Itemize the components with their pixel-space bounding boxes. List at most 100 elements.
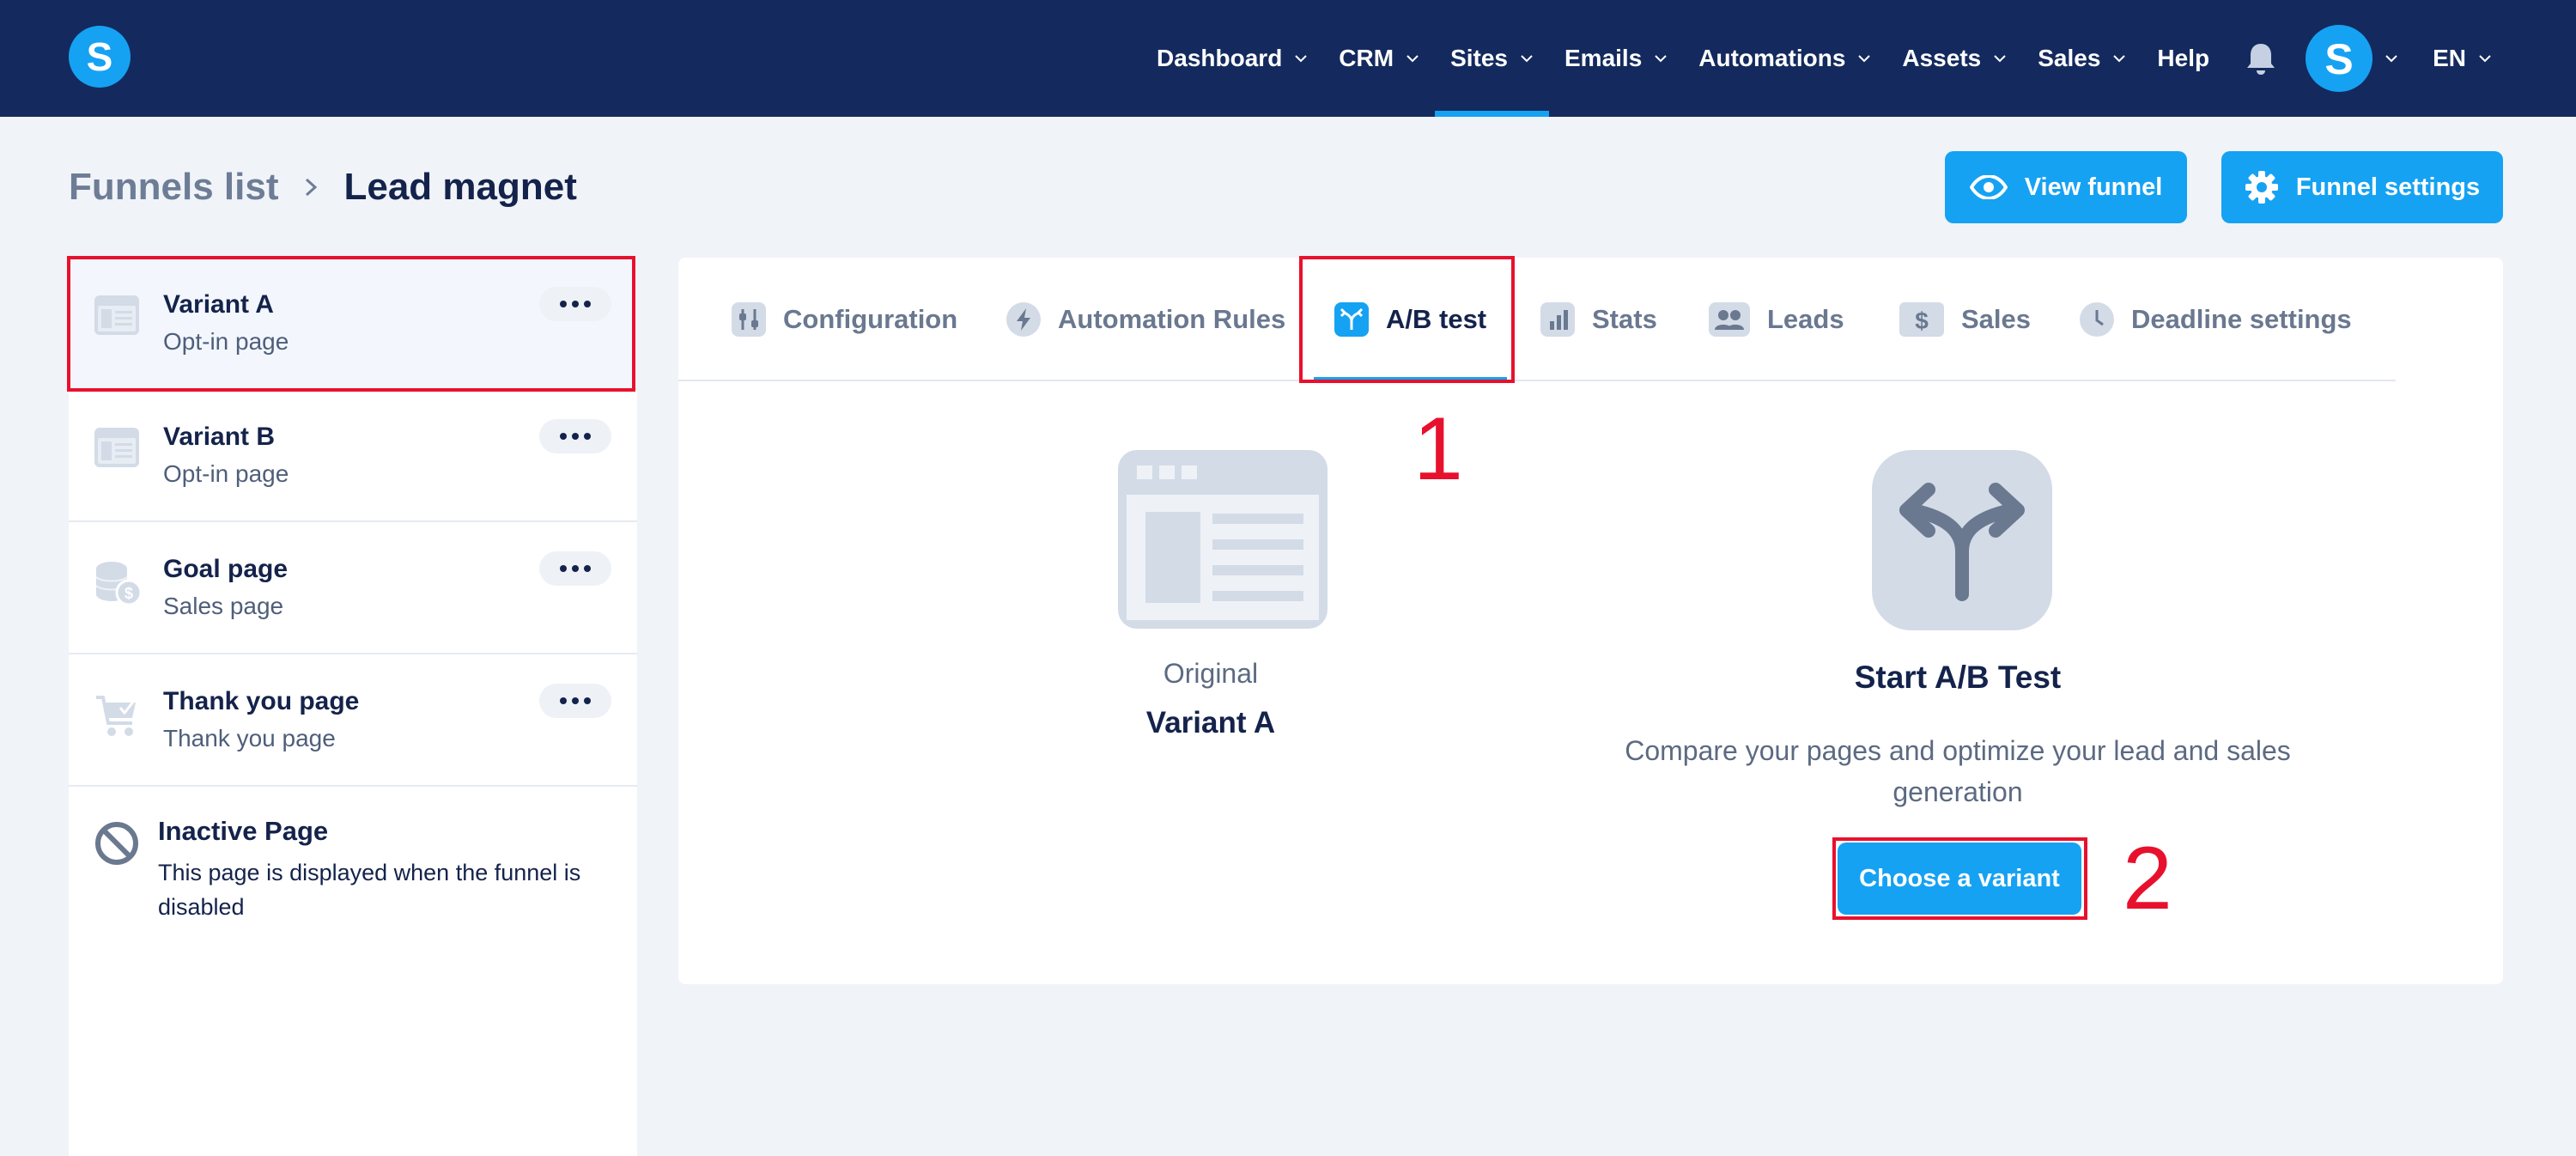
tab-configuration[interactable]: Configuration — [732, 258, 957, 381]
tab-label: Stats — [1592, 304, 1657, 334]
funnel-pages-list: Variant A Opt-in page Variant B Opt-in p… — [69, 258, 637, 1156]
split-icon — [1872, 450, 2052, 630]
page-type-label: Thank you page — [163, 725, 336, 751]
tab-label: Leads — [1767, 304, 1844, 334]
avatar-letter-icon: S — [2324, 36, 2353, 81]
view-funnel-button[interactable]: View funnel — [1945, 151, 2187, 223]
page-more-options-button[interactable] — [539, 551, 611, 586]
chevron-down-icon — [1295, 55, 1308, 63]
nav-item-label: Help — [2157, 45, 2210, 71]
annotation-highlight-ab-test-tab — [1299, 256, 1515, 383]
dot-icon — [560, 565, 567, 572]
nav-item-crm[interactable]: CRM — [1323, 0, 1435, 117]
chevron-right-icon — [306, 178, 318, 197]
page-layout-icon — [1118, 450, 1327, 629]
page-tabs: Configuration Automation Rules A/B test — [678, 258, 2396, 381]
avatar[interactable]: S — [2306, 25, 2373, 92]
tab-label: Automation Rules — [1058, 304, 1286, 334]
app-logo[interactable]: S — [69, 26, 131, 88]
breadcrumb: Funnels list Lead magnet — [69, 160, 577, 215]
nav-item-label: Emails — [1564, 45, 1643, 71]
nav-item-label: CRM — [1339, 45, 1394, 71]
nav-item-assets[interactable]: Assets — [1886, 0, 2022, 117]
nav-item-label: Assets — [1902, 45, 1982, 71]
page-title-label: Goal page — [163, 555, 289, 583]
page-type-label: Sales page — [163, 593, 284, 619]
svg-text:$: $ — [125, 585, 133, 602]
page-title: Lead magnet — [343, 166, 577, 208]
page-type-label: Opt-in page — [163, 460, 289, 487]
chevron-down-icon — [1406, 55, 1419, 63]
annotation-step-number: 1 — [1413, 399, 1463, 499]
nav-item-label: Sites — [1450, 45, 1508, 71]
nav-item-label: Automations — [1698, 45, 1846, 71]
tab-deadline-settings[interactable]: Deadline settings — [2080, 258, 2352, 381]
user-menu[interactable]: S — [2297, 0, 2417, 117]
page-item-goal-page[interactable]: $ Goal page Sales page — [69, 522, 637, 654]
tab-automation-rules[interactable]: Automation Rules — [1006, 258, 1285, 381]
notifications-button[interactable] — [2225, 0, 2297, 117]
page-item-thank-you-page[interactable]: Thank you page Thank you page — [69, 654, 637, 787]
language-selector[interactable]: EN — [2417, 0, 2507, 117]
chevron-down-icon — [2113, 55, 2126, 63]
page-more-options-button[interactable] — [539, 684, 611, 718]
breadcrumb-funnels-list[interactable]: Funnels list — [69, 166, 278, 209]
dot-icon — [572, 565, 579, 572]
chevron-down-icon — [2479, 55, 2491, 63]
page-item-variant-b[interactable]: Variant B Opt-in page — [69, 390, 637, 522]
eye-icon — [1969, 175, 2008, 199]
page-title-label: Inactive Page — [158, 816, 329, 846]
users-icon — [1709, 302, 1750, 337]
tab-stats[interactable]: Stats — [1540, 258, 1657, 381]
annotation-highlight-variant-a — [67, 256, 635, 392]
bell-icon — [2247, 44, 2275, 75]
ban-icon — [95, 822, 138, 865]
tab-sales[interactable]: $ Sales — [1899, 258, 2031, 381]
sliders-icon — [732, 302, 766, 337]
chevron-down-icon — [2385, 55, 2397, 63]
page-title-label: Variant B — [163, 423, 276, 451]
dot-icon — [572, 433, 579, 440]
dot-icon — [584, 433, 591, 440]
nav-item-sites[interactable]: Sites — [1435, 0, 1549, 117]
page-item-inactive-page[interactable]: Inactive Page This page is displayed whe… — [69, 787, 637, 941]
cart-check-icon — [96, 696, 136, 736]
nav-item-sales[interactable]: Sales — [2022, 0, 2142, 117]
nav-item-help[interactable]: Help — [2142, 0, 2225, 117]
page-title-label: Thank you page — [163, 687, 360, 715]
page-layout-icon — [94, 428, 139, 467]
annotation-highlight-choose-variant — [1832, 837, 2087, 920]
dot-icon — [584, 565, 591, 572]
svg-text:S: S — [2324, 36, 2353, 81]
start-ab-test-title: Start A/B Test — [1854, 660, 2062, 695]
page-description: This page is displayed when the funnel i… — [158, 860, 581, 920]
nav-item-emails[interactable]: Emails — [1549, 0, 1683, 117]
svg-text:$: $ — [1915, 307, 1929, 334]
annotation-step-number: 2 — [2123, 829, 2172, 928]
nav-item-label: Dashboard — [1157, 45, 1283, 71]
top-navigation-bar: S Dashboard CRM Sites Emails Automations… — [0, 0, 2576, 117]
nav-item-automations[interactable]: Automations — [1683, 0, 1886, 117]
funnel-settings-label: Funnel settings — [2295, 173, 2481, 201]
start-ab-test-description: Compare your pages and optimize your lea… — [1625, 735, 2291, 807]
clock-icon — [2080, 302, 2114, 337]
tab-label: Deadline settings — [2131, 304, 2352, 334]
chevron-down-icon — [1858, 55, 1871, 63]
tab-label: Configuration — [783, 304, 958, 334]
page-more-options-button[interactable] — [539, 419, 611, 453]
funnel-page-details-card: Configuration Automation Rules A/B test — [678, 258, 2503, 984]
main-nav: Dashboard CRM Sites Emails Automations A… — [1141, 0, 2507, 117]
chevron-down-icon — [1521, 55, 1533, 63]
nav-item-dashboard[interactable]: Dashboard — [1141, 0, 1323, 117]
dot-icon — [560, 697, 567, 704]
language-label: EN — [2433, 45, 2466, 71]
chevron-down-icon — [1655, 55, 1667, 63]
bolt-icon — [1006, 302, 1041, 337]
funnel-settings-button[interactable]: Funnel settings — [2221, 151, 2503, 223]
chevron-down-icon — [1994, 55, 2006, 63]
logo-letter-icon: S — [87, 36, 113, 77]
dot-icon — [560, 433, 567, 440]
nav-item-label: Sales — [2038, 45, 2101, 71]
original-label: Original — [1163, 658, 1259, 689]
tab-leads[interactable]: Leads — [1709, 258, 1844, 381]
